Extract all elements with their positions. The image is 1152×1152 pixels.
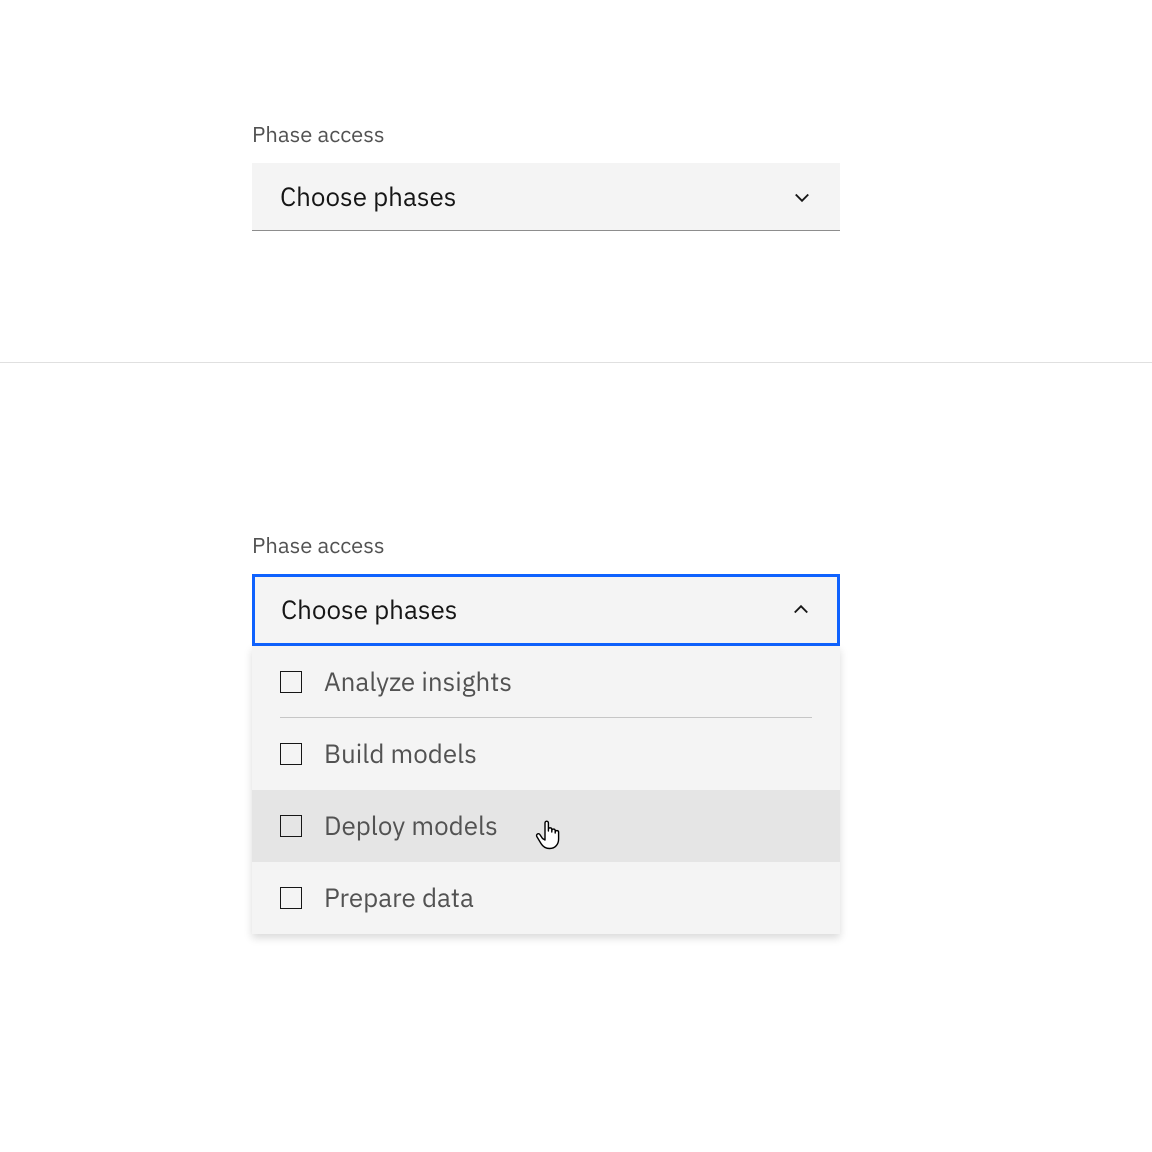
option-analyze-insights[interactable]: Analyze insights [252,646,840,718]
option-label: Analyze insights [324,665,512,699]
option-label: Build models [324,737,477,771]
closed-state-panel: Phase access Choose phases [0,0,1152,363]
phase-access-field: Phase access Choose phases Analyze insig… [252,531,840,934]
phase-access-field: Phase access Choose phases [252,120,840,231]
option-label: Deploy models [324,809,498,843]
dropdown-placeholder: Choose phases [281,593,457,627]
field-label: Phase access [252,120,840,149]
phase-dropdown-open[interactable]: Choose phases [252,574,840,646]
checkbox[interactable] [280,887,302,909]
checkbox[interactable] [280,743,302,765]
open-state-panel: Phase access Choose phases Analyze insig… [0,364,1152,1152]
checkbox[interactable] [280,671,302,693]
option-prepare-data[interactable]: Prepare data [252,862,840,934]
checkbox[interactable] [280,815,302,837]
chevron-up-icon [791,600,811,620]
field-label: Phase access [252,531,840,560]
dropdown-placeholder: Choose phases [280,180,456,214]
option-build-models[interactable]: Build models [252,718,840,790]
option-deploy-models[interactable]: Deploy models [252,790,840,862]
option-label: Prepare data [324,881,474,915]
chevron-down-icon [792,187,812,207]
phase-dropdown-closed[interactable]: Choose phases [252,163,840,231]
dropdown-menu: Analyze insights Build models Deploy mod… [252,646,840,934]
